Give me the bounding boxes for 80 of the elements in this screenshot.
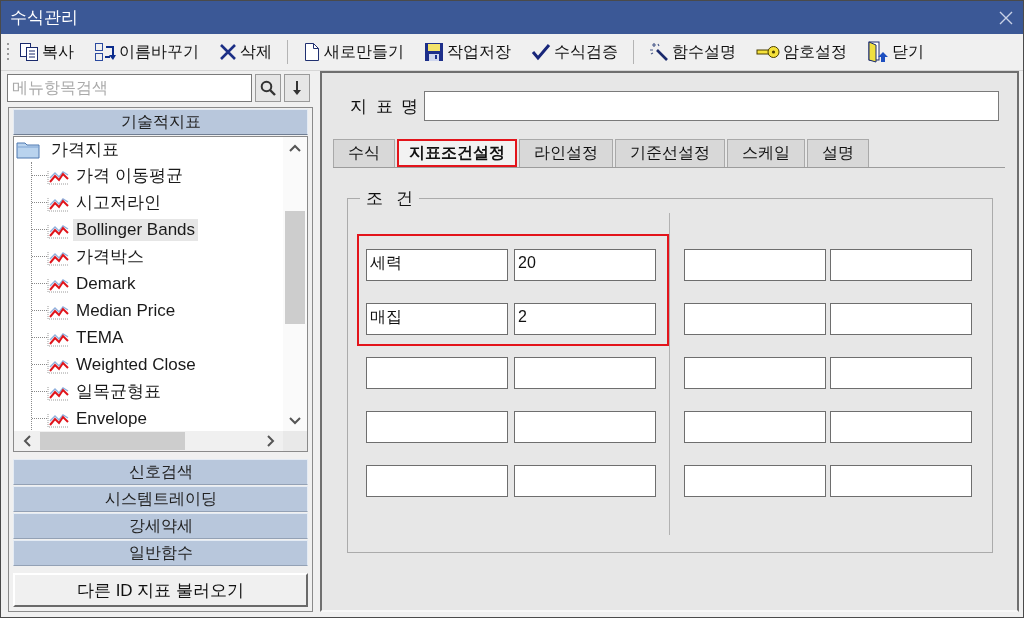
- document-icon: [303, 42, 321, 62]
- condition-value-field[interactable]: [830, 411, 972, 443]
- condition-name-field[interactable]: 매집: [366, 303, 508, 335]
- name-label: 지 표 명: [350, 95, 420, 118]
- toolbar-button[interactable]: 복사: [10, 38, 83, 66]
- name-input-field[interactable]: [424, 91, 999, 121]
- condition-name-field[interactable]: [684, 249, 826, 281]
- folder-icon: [16, 140, 40, 159]
- search-icon: [260, 80, 276, 96]
- condition-name-field[interactable]: [366, 357, 508, 389]
- tree-item[interactable]: 시고저라인: [73, 190, 164, 215]
- toolbar-button[interactable]: 작업저장: [415, 38, 520, 66]
- tree-item[interactable]: Weighted Close: [73, 353, 199, 376]
- tab[interactable]: 지표조건설정: [397, 139, 517, 167]
- window-title: 수식관리: [10, 7, 78, 29]
- chevron-left-icon[interactable]: [22, 435, 32, 447]
- condition-name-field[interactable]: 세력: [366, 249, 508, 281]
- checkmark-icon: [531, 43, 551, 61]
- toolbar-button[interactable]: 닫기: [858, 38, 933, 66]
- tree-item[interactable]: Envelope: [73, 407, 150, 430]
- section-header[interactable]: 강세약세: [13, 513, 308, 539]
- tab[interactable]: 스케일: [727, 139, 805, 167]
- condition-value-field[interactable]: [514, 357, 656, 389]
- load-button[interactable]: 다른 ID 지표 불러오기: [13, 573, 308, 607]
- section-header[interactable]: 신호검색: [13, 459, 308, 485]
- section-header[interactable]: 기술적지표: [13, 109, 308, 135]
- scrollbar-thumb[interactable]: [285, 211, 305, 324]
- chevron-right-icon[interactable]: [265, 435, 275, 447]
- toolbar-button[interactable]: 삭제: [210, 38, 281, 66]
- scrollbar-thumb[interactable]: [40, 432, 185, 450]
- condition-value-field[interactable]: 20: [514, 249, 656, 281]
- tree-item[interactable]: Median Price: [73, 299, 179, 322]
- condition-value-field[interactable]: [830, 303, 972, 335]
- down-arrow-button[interactable]: [284, 74, 310, 102]
- chevron-down-icon[interactable]: [289, 415, 301, 425]
- condition-value-field[interactable]: [514, 411, 656, 443]
- toolbar-button[interactable]: 암호설정: [747, 38, 856, 66]
- section-header[interactable]: 시스템트레이딩: [13, 486, 308, 512]
- tree-item[interactable]: Bollinger Bands: [73, 218, 199, 241]
- cross-icon: [219, 43, 237, 61]
- tab[interactable]: 라인설정: [519, 139, 613, 167]
- condition-name-field[interactable]: [684, 303, 826, 335]
- key-icon: [756, 45, 780, 59]
- arrow-down-icon: [292, 80, 302, 96]
- tab[interactable]: 설명: [807, 139, 869, 167]
- scrollbar-corner: [283, 431, 307, 451]
- condition-value-field[interactable]: 2: [514, 303, 656, 335]
- vertical-scrollbar[interactable]: [283, 137, 307, 431]
- condition-value-field[interactable]: [830, 357, 972, 389]
- condition-value-field[interactable]: [830, 249, 972, 281]
- toolbar-button[interactable]: 이름바꾸기: [85, 38, 208, 66]
- grip-handle-icon[interactable]: [6, 41, 10, 63]
- tab[interactable]: 기준선설정: [615, 139, 725, 167]
- chevron-up-icon[interactable]: [289, 143, 301, 153]
- condition-name-field[interactable]: [366, 465, 508, 497]
- magic-wand-icon: [649, 42, 669, 62]
- condition-value-field[interactable]: [514, 465, 656, 497]
- tree-folder[interactable]: 가격지표: [48, 137, 122, 162]
- condition-name-field[interactable]: [684, 357, 826, 389]
- condition-value-field[interactable]: [830, 465, 972, 497]
- tree-item[interactable]: 가격박스: [73, 244, 147, 269]
- swap-arrows-icon: [94, 42, 116, 62]
- horizontal-scrollbar[interactable]: [14, 431, 283, 451]
- search-button[interactable]: [255, 74, 281, 102]
- door-icon: [867, 41, 889, 63]
- condition-name-field[interactable]: [366, 411, 508, 443]
- tab[interactable]: 수식: [333, 139, 395, 167]
- section-header[interactable]: 일반함수: [13, 540, 308, 566]
- condition-name-field[interactable]: [684, 411, 826, 443]
- tree-item[interactable]: Demark: [73, 272, 139, 295]
- toolbar-button[interactable]: 함수설명: [640, 38, 745, 66]
- close-icon[interactable]: [999, 10, 1013, 25]
- tree-item[interactable]: TEMA: [73, 326, 127, 349]
- toolbar-button[interactable]: 수식검증: [522, 38, 627, 66]
- tree-item[interactable]: 가격 이동평균: [73, 163, 186, 188]
- tree-item[interactable]: 일목균형표: [73, 379, 164, 404]
- condition-name-field[interactable]: [684, 465, 826, 497]
- toolbar-button[interactable]: 새로만들기: [294, 38, 413, 66]
- copy-icon: [19, 42, 39, 62]
- group-title: 조 건: [365, 188, 414, 210]
